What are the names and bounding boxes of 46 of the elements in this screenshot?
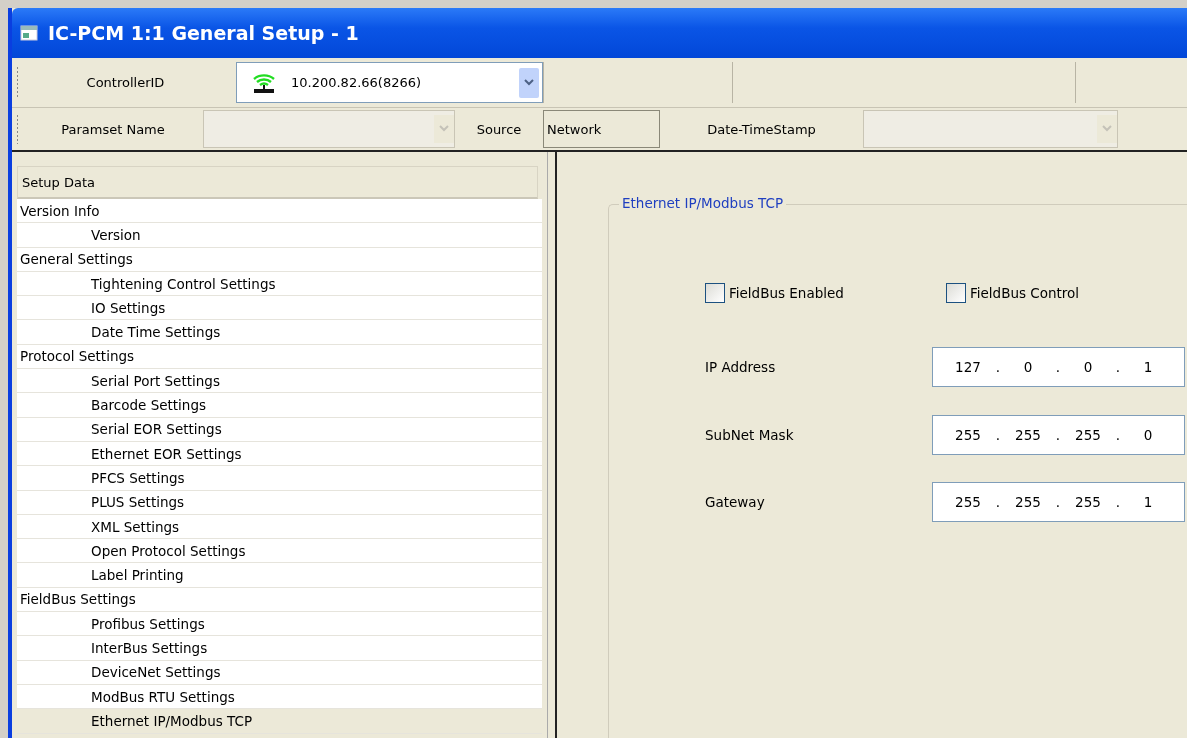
- field-label: SubNet Mask: [705, 427, 795, 443]
- tree-item[interactable]: Ethernet EOR Settings: [17, 441, 542, 467]
- checkbox[interactable]: [705, 283, 725, 303]
- ip-address-field[interactable]: 255 . 255 . 255 . 1: [932, 482, 1185, 522]
- tree-item[interactable]: Date Time Settings: [17, 320, 542, 345]
- tree-item[interactable]: Label Printing: [17, 563, 542, 588]
- checkbox-label: FieldBus Enabled: [729, 285, 844, 301]
- tree-item[interactable]: IO Settings: [17, 296, 542, 321]
- tree-item[interactable]: DeviceNet Settings: [17, 660, 542, 685]
- controller-value: 10.200.82.66(8266): [291, 75, 422, 90]
- caret-icon: [524, 78, 534, 87]
- network-device-icon: [251, 71, 277, 94]
- tree-item[interactable]: General Settings: [17, 247, 542, 272]
- tree-item[interactable]: Barcode Settings: [17, 393, 542, 418]
- tree-item[interactable]: Version Info: [17, 199, 542, 224]
- tree-item[interactable]: Ethernet IP/Modbus TCP: [17, 709, 542, 734]
- tree-item[interactable]: PFCS Settings: [17, 466, 542, 491]
- tree-header: Setup Data: [17, 166, 538, 199]
- tree-item[interactable]: Protocol Settings: [17, 344, 542, 370]
- checkbox-label: FieldBus Control: [970, 285, 1080, 301]
- tree-item[interactable]: Tightening Control Settings: [17, 271, 542, 297]
- paramset-name-label: Paramset Name: [60, 120, 166, 139]
- caret-icon: [439, 125, 449, 133]
- tree-item[interactable]: XML Settings: [17, 514, 542, 540]
- tree-item[interactable]: Serial Port Settings: [17, 369, 542, 394]
- caret-icon: [1102, 125, 1112, 133]
- tree-item[interactable]: FieldBus Settings: [17, 587, 542, 613]
- window-title: IC-PCM 1:1 General Setup - 1: [48, 22, 359, 44]
- tree-item[interactable]: Version: [17, 223, 542, 248]
- field-label: IP Address: [705, 359, 777, 375]
- tree-item[interactable]: Profibus Settings: [17, 612, 542, 637]
- ip-address-field[interactable]: 127 . 0 . 0 . 1: [932, 347, 1185, 387]
- timestamp-label: Date-TimeStamp: [706, 120, 817, 139]
- controller-id-label: ControllerID: [85, 74, 166, 92]
- source-field: Network: [543, 110, 660, 148]
- tree-item[interactable]: PLUS Settings: [17, 490, 542, 515]
- tree-item[interactable]: InterBus Settings: [17, 636, 542, 661]
- checkbox[interactable]: [946, 283, 966, 303]
- window-icon: [20, 25, 38, 41]
- tree-item[interactable]: Serial EOR Settings: [17, 417, 542, 442]
- group-title: Ethernet IP/Modbus TCP: [619, 195, 787, 211]
- ip-address-field[interactable]: 255 . 255 . 255 . 0: [932, 415, 1185, 455]
- field-label: Gateway: [705, 494, 766, 510]
- controller-dropdown[interactable]: 10.200.82.66(8266): [236, 62, 543, 103]
- source-label: Source: [475, 120, 523, 139]
- tree-item[interactable]: Open Protocol Settings: [17, 539, 542, 564]
